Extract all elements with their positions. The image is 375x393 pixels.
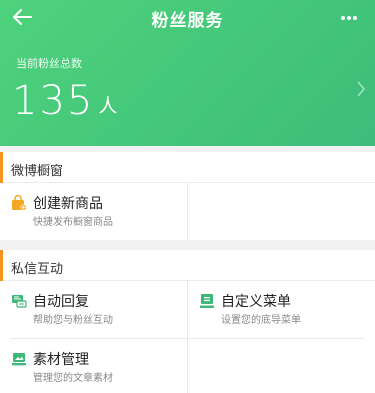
item-description: 帮助您与粉丝互动: [33, 315, 113, 326]
more-dots-icon[interactable]: [341, 7, 363, 27]
auto-reply-icon: [11, 293, 27, 309]
page-title: 粉丝服务: [151, 11, 224, 31]
material-manage-item[interactable]: 素材管理 管理您的文章素材: [0, 339, 187, 393]
fans-total[interactable]: 135 人: [12, 78, 117, 124]
section-private-message: 私信互动 自动回复 帮助您与粉丝互动 自定义菜单 设置您的底导菜单 素材管理 管…: [0, 250, 375, 393]
item-title: 自定义菜单: [221, 294, 291, 310]
section-accent-bar: [0, 250, 3, 281]
custom-menu-item[interactable]: 自定义菜单 设置您的底导菜单: [188, 281, 375, 338]
chevron-right-icon[interactable]: [355, 80, 367, 98]
fan-service-page: 粉丝服务 当前粉丝总数 135 人 微博橱窗 创建新商品 快捷发布橱窗商品 私信…: [0, 0, 375, 393]
section-title: 微博橱窗: [11, 164, 64, 179]
nav-bar: 粉丝服务: [0, 0, 375, 34]
section-weibo-showcase: 微博橱窗 创建新商品 快捷发布橱窗商品: [0, 152, 375, 240]
grid-divider: [187, 183, 188, 240]
item-title: 素材管理: [33, 352, 89, 368]
item-title: 创建新商品: [33, 196, 103, 212]
item-title: 自动回复: [33, 294, 89, 310]
section-title: 私信互动: [11, 262, 64, 277]
section-accent-bar: [0, 152, 3, 183]
item-description: 管理您的文章素材: [33, 373, 113, 384]
section-header: 微博橱窗: [0, 152, 375, 183]
custom-menu-icon: [199, 293, 215, 309]
fans-count: 135: [12, 78, 95, 124]
item-description: 快捷发布橱窗商品: [33, 217, 113, 228]
auto-reply-item[interactable]: 自动回复 帮助您与粉丝互动: [0, 281, 187, 338]
shopping-bag-icon: [11, 194, 27, 211]
fans-total-label: 当前粉丝总数: [16, 57, 82, 70]
section-header: 私信互动: [0, 250, 375, 281]
item-description: 设置您的底导菜单: [221, 315, 301, 326]
material-icon: [11, 351, 27, 367]
create-product-item[interactable]: 创建新商品 快捷发布橱窗商品: [0, 183, 187, 240]
fans-summary-header: 粉丝服务 当前粉丝总数 135 人: [0, 0, 375, 146]
grid-divider: [10, 338, 365, 339]
grid-divider: [187, 281, 188, 393]
fans-unit: 人: [98, 95, 118, 117]
